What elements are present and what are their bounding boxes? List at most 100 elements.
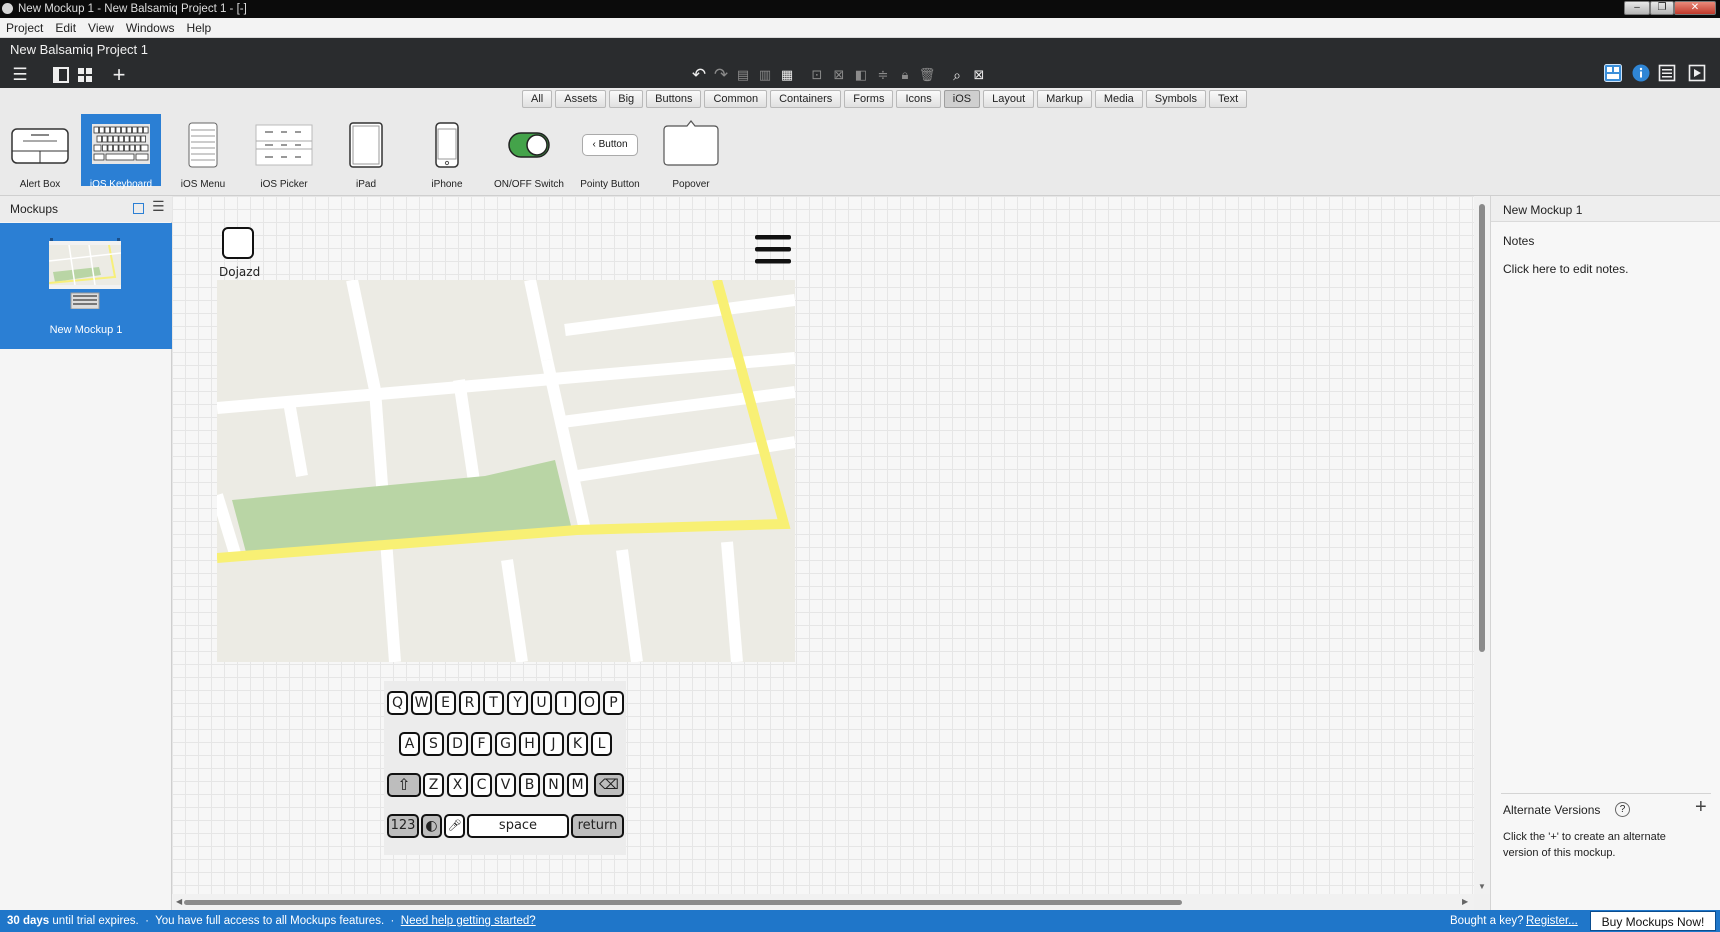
filter-tab-all[interactable]: All — [522, 90, 553, 108]
key-e[interactable]: E — [435, 691, 456, 715]
key-u[interactable]: U — [531, 691, 552, 715]
filter-tab-containers[interactable]: Containers — [770, 90, 842, 108]
key-s[interactable]: S — [423, 732, 444, 756]
key-m[interactable]: M — [567, 773, 588, 797]
key-d[interactable]: D — [447, 732, 468, 756]
filter-tab-buttons[interactable]: Buttons — [646, 90, 702, 108]
app-icon-placeholder[interactable] — [222, 227, 254, 259]
key-b[interactable]: B — [519, 773, 540, 797]
key-w[interactable]: W — [411, 691, 432, 715]
hamburger-menu-icon[interactable]: ☰ — [9, 64, 31, 86]
key-r[interactable]: R — [459, 691, 480, 715]
filter-tab-forms[interactable]: Forms — [844, 90, 894, 108]
key-v[interactable]: V — [495, 773, 516, 797]
library-item-ipad[interactable]: iPad — [326, 114, 406, 190]
scroll-left-icon[interactable]: ◀ — [176, 897, 182, 906]
menu-view[interactable]: View — [82, 18, 120, 38]
single-column-icon[interactable] — [133, 203, 144, 214]
key-j[interactable]: J — [543, 732, 564, 756]
library-item-ios-menu[interactable]: iOS Menu — [163, 114, 243, 190]
horizontal-scrollbar[interactable]: ◀ ▶ — [172, 894, 1474, 910]
filter-tab-common[interactable]: Common — [704, 90, 768, 108]
add-icon[interactable]: + — [108, 64, 130, 86]
library-item-iphone[interactable]: iPhone — [407, 114, 487, 190]
mockup-name[interactable]: New Mockup 1 — [1503, 203, 1582, 217]
filter-tab-icons[interactable]: Icons — [896, 90, 941, 108]
grid-view-icon[interactable] — [74, 64, 96, 86]
filter-tab-layout[interactable]: Layout — [983, 90, 1035, 108]
add-alternate-icon[interactable]: + — [1695, 796, 1707, 819]
key-i[interactable]: I — [555, 691, 576, 715]
help-link[interactable]: Need help getting started? — [401, 915, 536, 927]
filter-tab-markup[interactable]: Markup — [1037, 90, 1092, 108]
single-view-icon[interactable] — [50, 64, 72, 86]
filter-tab-symbols[interactable]: Symbols — [1145, 90, 1206, 108]
key-c[interactable]: C — [471, 773, 492, 797]
properties-list-icon[interactable] — [1656, 62, 1678, 84]
key-h[interactable]: H — [519, 732, 540, 756]
zoom-icon[interactable]: ⌕ — [946, 64, 968, 86]
clipboard-icon[interactable]: ▦ — [776, 64, 798, 86]
filter-tab-ios[interactable]: iOS — [943, 90, 981, 108]
close-icon[interactable]: ✕ — [1674, 1, 1716, 15]
backspace-key-icon[interactable]: ⌫ — [594, 773, 624, 797]
library-item-pointy-button[interactable]: ‹ Button Pointy Button — [570, 114, 650, 190]
key-t[interactable]: T — [483, 691, 504, 715]
library-item-popover[interactable]: Popover — [651, 114, 731, 190]
scroll-right-icon[interactable]: ▶ — [1462, 897, 1468, 906]
key-o[interactable]: O — [579, 691, 600, 715]
presentation-icon[interactable] — [1686, 62, 1708, 84]
app-icon-label[interactable]: Dojazd — [219, 265, 260, 279]
key-f[interactable]: F — [471, 732, 492, 756]
ui-library-icon[interactable] — [1602, 62, 1624, 84]
mockup-canvas[interactable]: Dojazd Q W E R T Y U I O P A S D F G H J K L ⇧ Z X C V B N M ⌫ 123 ◐ — [172, 196, 1474, 910]
filter-tab-media[interactable]: Media — [1094, 90, 1143, 108]
vertical-scrollbar[interactable]: ▼ — [1474, 196, 1490, 894]
minimize-icon[interactable]: – — [1624, 1, 1650, 15]
library-item-alert-box[interactable]: Alert Box — [0, 114, 80, 190]
key-y[interactable]: Y — [507, 691, 528, 715]
menu-project[interactable]: Project — [0, 18, 49, 38]
key-q[interactable]: Q — [387, 691, 408, 715]
vertical-scroll-thumb[interactable] — [1479, 204, 1485, 652]
list-view-icon[interactable]: ☰ — [152, 198, 165, 215]
register-link[interactable]: Register... — [1526, 910, 1578, 932]
globe-key-icon[interactable]: ◐ — [421, 814, 442, 838]
info-icon[interactable] — [1630, 62, 1652, 84]
scroll-down-icon[interactable]: ▼ — [1478, 882, 1486, 891]
return-key[interactable]: return — [571, 814, 624, 838]
key-a[interactable]: A — [399, 732, 420, 756]
microphone-key-icon[interactable]: 🎤︎ — [444, 814, 465, 838]
horizontal-scroll-thumb[interactable] — [184, 900, 1182, 905]
maximize-icon[interactable]: ❐ — [1650, 1, 1674, 15]
filter-tab-big[interactable]: Big — [609, 90, 644, 108]
key-g[interactable]: G — [495, 732, 516, 756]
key-p[interactable]: P — [603, 691, 624, 715]
filter-tab-text[interactable]: Text — [1208, 90, 1248, 108]
filter-tab-assets[interactable]: Assets — [555, 90, 607, 108]
key-l[interactable]: L — [591, 732, 612, 756]
menu-edit[interactable]: Edit — [49, 18, 82, 38]
undo-icon[interactable]: ↶ — [688, 64, 710, 86]
space-key[interactable]: space — [467, 814, 569, 838]
ios-keyboard[interactable]: Q W E R T Y U I O P A S D F G H J K L ⇧ Z X C V B N M ⌫ 123 ◐ 🎤︎ space r… — [384, 681, 626, 855]
map-image[interactable] — [217, 280, 795, 662]
fit-icon[interactable]: ⊠ — [968, 64, 990, 86]
mockup-item-new-mockup-1[interactable]: New Mockup 1 — [0, 223, 172, 349]
buy-now-button[interactable]: Buy Mockups Now! — [1590, 911, 1716, 931]
key-k[interactable]: K — [567, 732, 588, 756]
hamburger-menu-icon[interactable] — [754, 234, 792, 266]
library-item-on-off-switch[interactable]: ON/OFF Switch — [489, 114, 569, 190]
library-item-ios-keyboard[interactable]: iOS Keyboard — [81, 114, 161, 190]
menu-windows[interactable]: Windows — [120, 18, 181, 38]
key-z[interactable]: Z — [423, 773, 444, 797]
notes-field[interactable]: Click here to edit notes. — [1503, 262, 1628, 276]
menu-help[interactable]: Help — [181, 18, 218, 38]
key-x[interactable]: X — [447, 773, 468, 797]
copy-icon: ▤ — [736, 67, 750, 82]
key-n[interactable]: N — [543, 773, 564, 797]
library-item-ios-picker[interactable]: iOS Picker — [244, 114, 324, 190]
help-icon[interactable]: ? — [1615, 802, 1630, 817]
key-123[interactable]: 123 — [387, 814, 419, 838]
shift-key-icon[interactable]: ⇧ — [387, 773, 421, 797]
